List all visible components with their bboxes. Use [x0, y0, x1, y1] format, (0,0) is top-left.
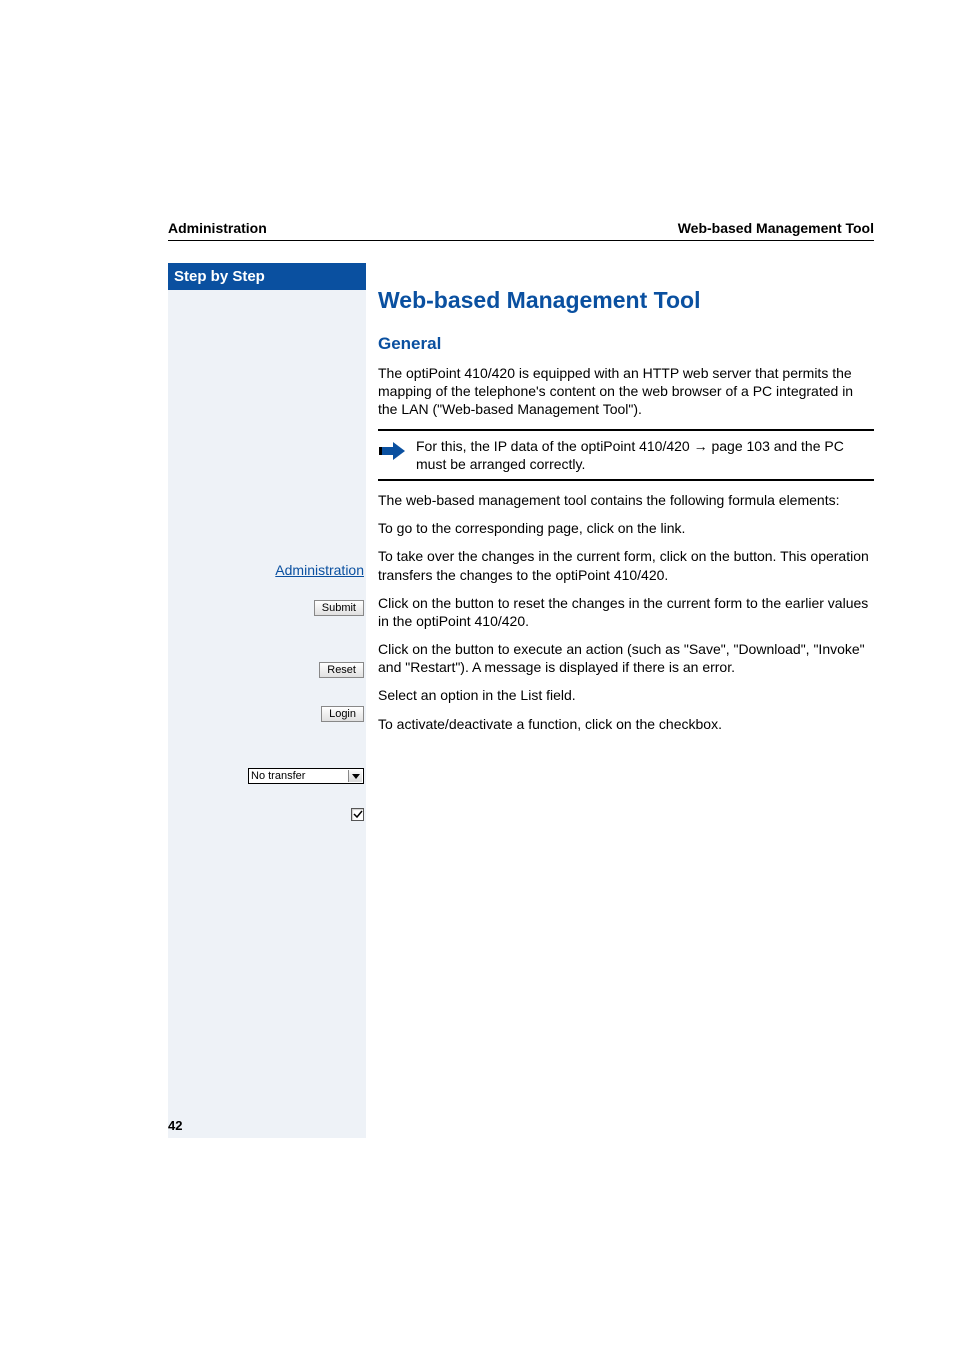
row-checkbox-desc: To activate/deactivate a function, click…: [378, 715, 874, 733]
h2: General: [378, 334, 874, 354]
header-right: Web-based Management Tool: [678, 220, 874, 236]
main-content: Web-based Management Tool General The op…: [378, 263, 874, 1138]
function-checkbox[interactable]: [351, 808, 364, 821]
row-reset-desc: Click on the button to reset the changes…: [378, 594, 874, 630]
administration-link[interactable]: Administration: [275, 562, 364, 578]
sidebar-body: Administration Submit Reset Login No tra…: [168, 290, 366, 1138]
select-value: No transfer: [251, 770, 305, 782]
paragraph-1: The optiPoint 410/420 is equipped with a…: [378, 364, 874, 419]
chevron-down-icon: [348, 770, 362, 782]
h1: Web-based Management Tool: [378, 287, 874, 314]
row-submit-desc: To take over the changes in the current …: [378, 547, 874, 583]
document-page: Administration Web-based Management Tool…: [0, 0, 954, 1198]
arrow-icon: [378, 437, 408, 473]
reset-button[interactable]: Reset: [319, 662, 364, 678]
page-number: 42: [168, 1118, 182, 1133]
login-button[interactable]: Login: [321, 706, 364, 722]
sidebar-title: Step by Step: [168, 263, 366, 290]
paragraph-2: The web-based management tool contains t…: [378, 491, 874, 509]
content-area: Step by Step Administration Submit Reset…: [168, 263, 874, 1138]
transfer-select[interactable]: No transfer: [248, 768, 364, 784]
row-select-desc: Select an option in the List field.: [378, 686, 874, 704]
row-link-desc: To go to the corresponding page, click o…: [378, 519, 874, 537]
row-login-desc: Click on the button to execute an action…: [378, 640, 874, 676]
sidebar: Step by Step Administration Submit Reset…: [168, 263, 366, 1138]
header-left: Administration: [168, 220, 267, 236]
page-header: Administration Web-based Management Tool: [168, 220, 874, 241]
note-box: For this, the IP data of the optiPoint 4…: [378, 429, 874, 481]
note-text: For this, the IP data of the optiPoint 4…: [416, 437, 874, 473]
submit-button[interactable]: Submit: [314, 600, 364, 616]
